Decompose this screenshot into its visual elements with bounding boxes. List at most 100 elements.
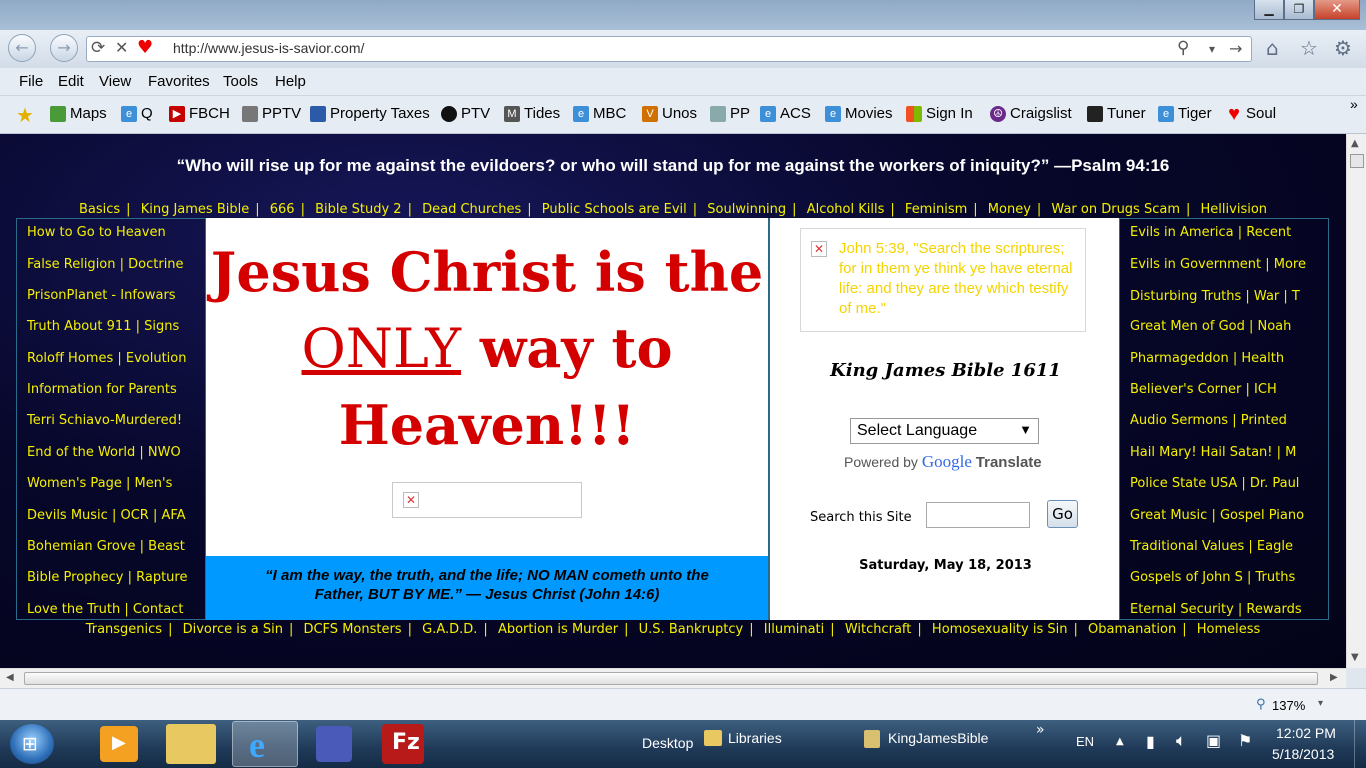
refresh-icon[interactable]: ⟳ [91, 38, 105, 58]
right-link[interactable]: Evils in America | Recent [1130, 225, 1291, 240]
fav-sign-in[interactable]: Sign In [906, 105, 973, 122]
desktop-toolbar[interactable]: Desktop [642, 735, 693, 751]
link-abortion[interactable]: Abortion is Murder [498, 622, 618, 637]
zoom-icon[interactable]: ⚲ [1256, 697, 1266, 712]
fav-mbc[interactable]: e MBC [573, 105, 626, 122]
libraries-toolbar[interactable]: Libraries [728, 730, 782, 746]
fav-maps[interactable]: Maps [50, 105, 107, 122]
fav-tides[interactable]: M Tides [504, 105, 560, 122]
link-illuminati[interactable]: Illuminati [764, 622, 825, 637]
filezilla-icon[interactable]: Fz [382, 724, 424, 764]
internet-explorer-taskbar-button[interactable]: e [232, 721, 298, 767]
site-search-input[interactable] [926, 502, 1030, 528]
link-bible-study-2[interactable]: Bible Study 2 [315, 202, 401, 217]
search-go-button[interactable]: Go [1047, 500, 1078, 528]
fav-pp[interactable]: PP [710, 105, 750, 122]
url-text[interactable]: http://www.jesus-is-savior.com/ [173, 40, 364, 56]
link-us-bankruptcy[interactable]: U.S. Bankruptcy [639, 622, 744, 637]
right-link[interactable]: Hail Mary! Hail Satan! | M [1130, 445, 1296, 460]
link-homeless[interactable]: Homeless [1197, 622, 1261, 637]
right-link[interactable]: Traditional Values | Eagle [1130, 539, 1293, 554]
fav-unos[interactable]: V Unos [642, 105, 697, 122]
horizontal-scrollbar[interactable]: ◀ ▶ [0, 668, 1346, 688]
link-money[interactable]: Money [988, 202, 1031, 217]
left-link[interactable]: Truth About 911 | Signs [27, 319, 179, 334]
left-link[interactable]: Women's Page | Men's [27, 476, 172, 491]
fav-soul[interactable]: ♥ Soul [1226, 104, 1276, 124]
link-hellivision[interactable]: Hellivision [1201, 202, 1268, 217]
left-link[interactable]: PrisonPlanet - Infowars [27, 288, 176, 303]
link-war-on-drugs[interactable]: War on Drugs Scam [1051, 202, 1180, 217]
link-dead-churches[interactable]: Dead Churches [422, 202, 521, 217]
left-link[interactable]: End of the World | NWO [27, 445, 181, 460]
scroll-down-arrow-icon[interactable]: ▼ [1351, 652, 1359, 663]
right-link[interactable]: Disturbing Truths | War | T [1130, 289, 1300, 304]
vertical-scroll-thumb[interactable] [1350, 154, 1364, 168]
fav-movies[interactable]: e Movies [825, 105, 893, 122]
scroll-up-arrow-icon[interactable]: ▲ [1351, 138, 1359, 149]
link-dcfs[interactable]: DCFS Monsters [303, 622, 401, 637]
fav-tuner[interactable]: Tuner [1087, 105, 1146, 122]
link-transgenics[interactable]: Transgenics [86, 622, 162, 637]
maximize-button[interactable]: ❐ [1284, 0, 1314, 20]
link-obamanation[interactable]: Obamanation [1088, 622, 1176, 637]
menu-file[interactable]: File [19, 73, 43, 90]
link-basics[interactable]: Basics [79, 202, 120, 217]
google-logo[interactable]: Google [922, 452, 972, 471]
favorites-more-chevron[interactable]: » [1350, 96, 1358, 112]
go-arrow-icon[interactable]: → [1229, 39, 1242, 58]
left-link[interactable]: How to Go to Heaven [27, 225, 166, 240]
app-taskbar-icon[interactable] [316, 726, 352, 762]
link-alcohol-kills[interactable]: Alcohol Kills [807, 202, 885, 217]
fav-acs[interactable]: e ACS [760, 105, 811, 122]
horizontal-scroll-thumb[interactable] [24, 672, 1318, 685]
scroll-right-arrow-icon[interactable]: ▶ [1330, 672, 1338, 683]
battery-icon[interactable]: ▮ [1146, 732, 1155, 751]
forward-button[interactable]: → [50, 34, 78, 62]
action-center-flag-icon[interactable]: ⚑ [1238, 731, 1252, 750]
volume-icon[interactable]: 🔈︎ [1176, 731, 1186, 751]
vertical-scrollbar[interactable]: ▲ ▼ [1346, 134, 1366, 668]
kjv-title[interactable]: King James Bible 1611 [770, 360, 1121, 381]
fav-fbch[interactable]: ▶ FBCH [169, 105, 230, 122]
left-link[interactable]: Roloff Homes | Evolution [27, 351, 186, 366]
link-soulwinning[interactable]: Soulwinning [707, 202, 786, 217]
fav-q[interactable]: eQ [121, 105, 153, 122]
fav-pptv[interactable]: PPTV [242, 105, 301, 122]
explorer-folder-icon[interactable] [166, 724, 216, 764]
home-icon[interactable]: ⌂ [1266, 36, 1279, 60]
dropdown-icon[interactable]: ▾ [1209, 42, 1215, 56]
close-button[interactable]: ✕ [1314, 0, 1360, 20]
start-button[interactable]: ⊞ [10, 724, 54, 764]
back-button[interactable]: ← [8, 34, 36, 62]
zoom-level[interactable]: 137% [1272, 698, 1305, 713]
zoom-dropdown-icon[interactable]: ▾ [1318, 698, 1323, 709]
right-link[interactable]: Gospels of John S | Truths [1130, 570, 1295, 585]
media-player-icon[interactable]: ▶ [100, 726, 138, 762]
language-select[interactable]: Select Language ▼ [850, 418, 1039, 444]
menu-favorites[interactable]: Favorites [148, 73, 210, 90]
left-link[interactable]: Bohemian Grove | Beast [27, 539, 185, 554]
toolbar-more-chevron[interactable]: » [1036, 722, 1045, 738]
show-hidden-icons-icon[interactable]: ▲ [1116, 736, 1124, 747]
link-divorce[interactable]: Divorce is a Sin [183, 622, 283, 637]
language-indicator[interactable]: EN [1076, 734, 1094, 749]
menu-tools[interactable]: Tools [223, 73, 258, 90]
network-icon[interactable]: ▣ [1206, 731, 1221, 750]
link-homosexuality[interactable]: Homosexuality is Sin [932, 622, 1068, 637]
menu-edit[interactable]: Edit [58, 73, 84, 90]
link-king-james-bible[interactable]: King James Bible [141, 202, 250, 217]
right-link[interactable]: Police State USA | Dr. Paul [1130, 476, 1299, 491]
left-link[interactable]: Bible Prophecy | Rapture [27, 570, 187, 585]
heart-icon[interactable]: ♥ [137, 37, 153, 58]
clock-time[interactable]: 12:02 PM [1276, 725, 1336, 741]
show-desktop-button[interactable] [1354, 720, 1366, 768]
fav-property-taxes[interactable]: Property Taxes [310, 105, 430, 122]
menu-help[interactable]: Help [275, 73, 306, 90]
right-link[interactable]: Pharmageddon | Health [1130, 351, 1284, 366]
right-link[interactable]: Believer's Corner | ICH [1130, 382, 1277, 397]
favorites-star-icon[interactable]: ☆ [1300, 36, 1318, 60]
right-link[interactable]: Evils in Government | More [1130, 257, 1306, 272]
left-link[interactable]: Terri Schiavo-Murdered! [27, 413, 182, 428]
right-link[interactable]: Great Music | Gospel Piano [1130, 508, 1304, 523]
